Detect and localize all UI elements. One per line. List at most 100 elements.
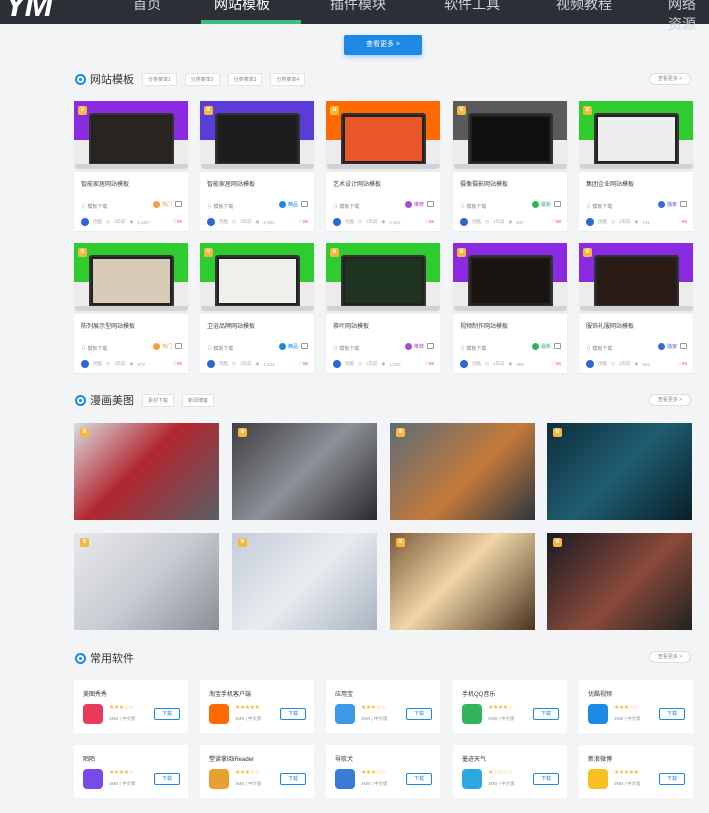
nav-home[interactable]: 首页 (133, 0, 161, 14)
comment-icon[interactable] (554, 343, 561, 349)
template-thumbnail[interactable]: ♛ (579, 101, 693, 172)
template-thumbnail[interactable]: ♛ (326, 243, 440, 314)
template-download-label[interactable]: ⇩ 模板下载 (207, 345, 233, 352)
template-title[interactable]: 摄像摄影网站模板 (460, 179, 508, 188)
template-card[interactable]: ♛ 智能家居网站模板 ⇩ 模板下载 精品 优酷 ◷ 1年前 ◉ 2,864 ♡88 (200, 101, 314, 231)
software-card[interactable]: 淘宝手机客户端 ★★★★★ 3MB | 中文版 下载 (200, 680, 314, 733)
app-icon[interactable] (588, 769, 608, 789)
software-name[interactable]: 美图秀秀 (83, 689, 107, 698)
comment-icon[interactable] (301, 201, 308, 207)
software-name[interactable]: 墨迹天气 (462, 754, 486, 763)
site-logo[interactable]: YM (4, 0, 53, 25)
template-title[interactable]: 茶叶网站模板 (333, 321, 369, 330)
template-card[interactable]: ♛ 集团企业网站模板 ⇩ 模板下载 独家 优酷 ◷ 1年前 ◉ 741 ♡66 (579, 101, 693, 231)
comment-icon[interactable] (427, 343, 434, 349)
software-name[interactable]: 陌陌 (83, 754, 95, 763)
download-button[interactable]: 下载 (533, 773, 559, 785)
software-name[interactable]: 手机QQ音乐 (462, 689, 495, 698)
software-name[interactable]: 新浪微博 (588, 754, 612, 763)
template-thumbnail[interactable]: ♛ (326, 101, 440, 172)
template-title[interactable]: 智能家居网站模板 (207, 179, 255, 188)
see-more-link[interactable]: 查看更多 > (649, 73, 691, 85)
template-download-label[interactable]: ⇩ 模板下载 (81, 345, 107, 352)
download-button[interactable]: 下载 (406, 773, 432, 785)
template-thumbnail[interactable]: ♛ (200, 101, 314, 172)
template-download-label[interactable]: ⇩ 模板下载 (586, 345, 612, 352)
software-name[interactable]: 应用宝 (335, 689, 353, 698)
app-icon[interactable] (462, 769, 482, 789)
app-icon[interactable] (209, 769, 229, 789)
comic-image[interactable]: ♛ (390, 533, 535, 630)
download-button[interactable]: 下载 (533, 708, 559, 720)
software-card[interactable]: 塑读掌阅iReader ★★★☆☆ 3MB | 中文版 下载 (200, 745, 314, 798)
template-download-label[interactable]: ⇩ 模板下载 (333, 345, 359, 352)
app-icon[interactable] (462, 704, 482, 724)
template-card[interactable]: ♛ 陈列展示型网站模板 ⇩ 模板下载 热门 优酷 ◷ 1年前 ◉ 879 ♡88 (74, 243, 188, 373)
nav-resources[interactable]: 网络资源 (668, 0, 709, 34)
app-icon[interactable] (335, 769, 355, 789)
template-card[interactable]: ♛ 艺术设计网站模板 ⇩ 模板下载 推荐 优酷 ◷ 1年前 ◉ 2,301 ♡66 (326, 101, 440, 231)
template-title[interactable]: 服饰礼服网站模板 (586, 321, 634, 330)
template-title[interactable]: 卫浴品牌网站模板 (207, 321, 255, 330)
app-icon[interactable] (83, 769, 103, 789)
category-tag[interactable]: 分类菜单2 (184, 72, 220, 86)
download-button[interactable]: 下载 (154, 773, 180, 785)
template-thumbnail[interactable]: ♛ (579, 243, 693, 314)
software-name[interactable]: 淘宝手机客户端 (209, 689, 251, 698)
template-card[interactable]: ♛ 视频制作网站模板 ⇩ 模板下载 最新 优酷 ◷ 1年前 ◉ 989 ♡66 (453, 243, 567, 373)
template-thumbnail[interactable]: ♛ (200, 243, 314, 314)
template-card[interactable]: ♛ 茶叶网站模板 ⇩ 模板下载 推荐 优酷 ◷ 1年前 ◉ 1,022 ♡88 (326, 243, 440, 373)
download-button[interactable]: 下载 (659, 708, 685, 720)
template-thumbnail[interactable]: ♛ (453, 243, 567, 314)
comment-icon[interactable] (301, 343, 308, 349)
template-thumbnail[interactable]: ♛ (453, 101, 567, 172)
app-icon[interactable] (83, 704, 103, 724)
download-button[interactable]: 下载 (280, 773, 306, 785)
nav-tools[interactable]: 软件工具 (444, 0, 500, 14)
software-card[interactable]: 优酷视频 ★★★☆☆ 3MB | 中文版 下载 (579, 680, 693, 733)
comic-image[interactable]: ♛ (74, 423, 219, 520)
download-button[interactable]: 下载 (406, 708, 432, 720)
software-card[interactable]: 美图秀秀 ★★★☆☆ 3MB | 中文版 下载 (74, 680, 188, 733)
category-tag[interactable]: 新闻博客 (182, 393, 215, 407)
template-download-label[interactable]: ⇩ 模板下载 (460, 203, 486, 210)
template-card[interactable]: ♛ 服饰礼服网站模板 ⇩ 模板下载 独家 优酷 ◷ 1年前 ◉ 942 ♡88 (579, 243, 693, 373)
comment-icon[interactable] (175, 201, 182, 207)
category-tag[interactable]: 素材下载 (142, 393, 175, 407)
software-card[interactable]: 新浪微博 ★★★★★ 3MB | 中文版 下载 (579, 745, 693, 798)
template-card[interactable]: ♛ 摄像摄影网站模板 ⇩ 模板下载 最新 优酷 ◷ 1年前 ◉ 947 ♡88 (453, 101, 567, 231)
nav-templates[interactable]: 网站模板 (214, 0, 270, 14)
view-more-button[interactable]: 查看更多 > (344, 35, 422, 55)
nav-videos[interactable]: 视频教程 (556, 0, 612, 14)
software-card[interactable]: 应用宝 ★★★☆☆ 3MB | 中文版 下载 (326, 680, 440, 733)
software-card[interactable]: 手机QQ音乐 ★★★★☆ 4MB | 中文版 下载 (453, 680, 567, 733)
template-thumbnail[interactable]: ♛ (74, 101, 188, 172)
software-name[interactable]: 塑读掌阅iReader (209, 754, 254, 763)
category-tag[interactable]: 分类菜单4 (270, 72, 306, 86)
download-button[interactable]: 下载 (280, 708, 306, 720)
see-more-link[interactable]: 查看更多 > (649, 651, 691, 663)
template-title[interactable]: 智能家居网站模板 (81, 179, 129, 188)
category-tag[interactable]: 分类菜单1 (142, 72, 177, 86)
comic-image[interactable]: ♛ (74, 533, 219, 630)
app-icon[interactable] (209, 704, 229, 724)
see-more-link[interactable]: 查看更多 > (649, 394, 691, 406)
template-title[interactable]: 陈列展示型网站模板 (81, 321, 135, 330)
comment-icon[interactable] (680, 343, 687, 349)
category-tag[interactable]: 分类菜单3 (227, 72, 263, 86)
comment-icon[interactable] (427, 201, 434, 207)
template-title[interactable]: 艺术设计网站模板 (333, 179, 381, 188)
comic-image[interactable]: ♛ (232, 533, 377, 630)
template-download-label[interactable]: ⇩ 模板下载 (333, 203, 359, 210)
app-icon[interactable] (588, 704, 608, 724)
comic-image[interactable]: ♛ (547, 423, 692, 520)
software-card[interactable]: 陌陌 ★★★★☆ 3MB | 中文版 下载 (74, 745, 188, 798)
software-name[interactable]: 优酷视频 (588, 689, 612, 698)
template-download-label[interactable]: ⇩ 模板下载 (207, 203, 233, 210)
software-card[interactable]: 导航犬 ★★★☆☆ 4MB | 中文版 下载 (326, 745, 440, 798)
comic-image[interactable]: ♛ (547, 533, 692, 630)
comment-icon[interactable] (554, 201, 561, 207)
comment-icon[interactable] (680, 201, 687, 207)
software-card[interactable]: 墨迹天气 ★☆☆☆☆ 3MB | 中文版 下载 (453, 745, 567, 798)
template-title[interactable]: 集团企业网站模板 (586, 179, 634, 188)
